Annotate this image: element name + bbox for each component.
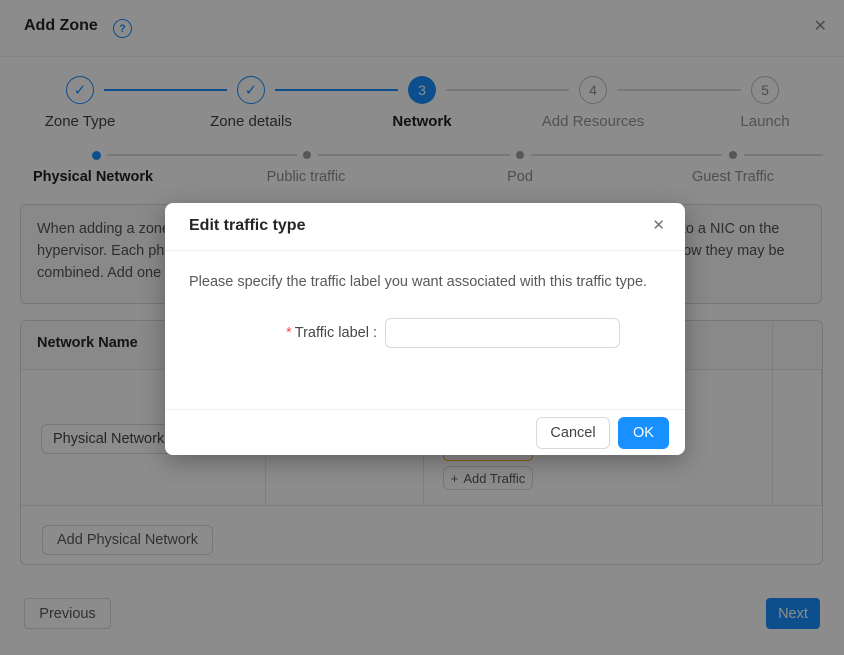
modal-footer: Cancel OK	[165, 409, 685, 455]
modal-title: Edit traffic type	[189, 217, 305, 235]
edit-traffic-type-modal: Edit traffic type ✕ Please specify the t…	[165, 203, 685, 455]
modal-close-icon[interactable]: ✕	[652, 218, 665, 233]
cancel-button[interactable]: Cancel	[536, 417, 610, 449]
ok-button[interactable]: OK	[618, 417, 669, 449]
traffic-label-form-row: *Traffic label :	[189, 318, 661, 348]
field-label-colon: :	[369, 325, 377, 341]
modal-body: Please specify the traffic label you wan…	[165, 251, 685, 348]
modal-header: Edit traffic type ✕	[165, 203, 685, 251]
modal-description: Please specify the traffic label you wan…	[189, 271, 651, 293]
traffic-label-field-label: *Traffic label :	[189, 325, 385, 341]
field-label-text: Traffic label	[295, 325, 369, 341]
traffic-label-input[interactable]	[385, 318, 620, 348]
required-asterisk: *	[286, 325, 292, 341]
add-zone-wizard: Add Zone ? ✕ ✓ Zone Type ✓ Zone details …	[0, 0, 844, 655]
